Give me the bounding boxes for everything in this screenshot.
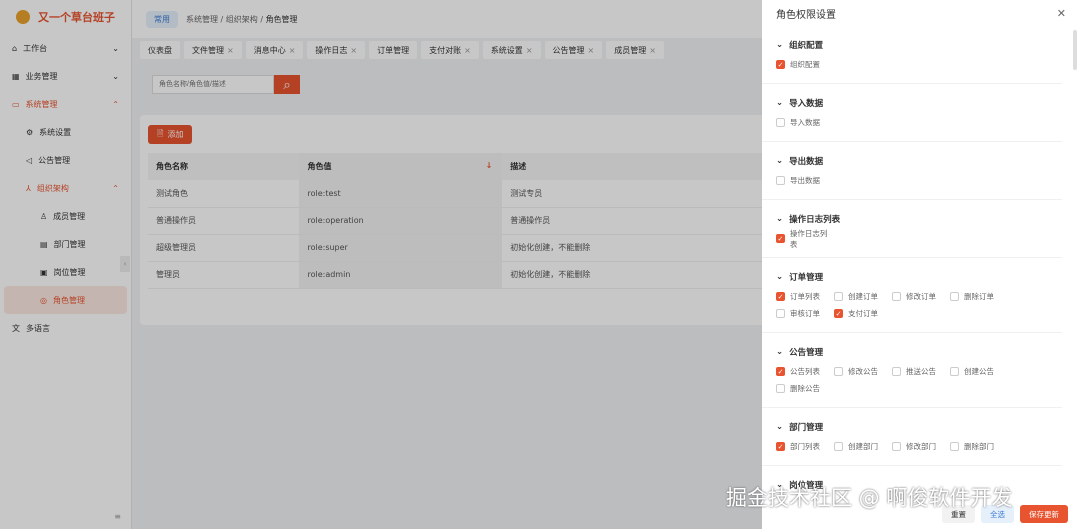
chevron-down-icon[interactable]: ⌄ [776, 214, 783, 224]
chevron-down-icon[interactable]: ⌄ [776, 98, 783, 108]
checkbox-icon [834, 442, 843, 451]
checkbox-icon: ✓ [776, 60, 785, 69]
checkbox-label: 组织配置 [790, 60, 820, 69]
save-button[interactable]: 保存更新 [1020, 505, 1068, 523]
permission-section: ⌄ 导入数据 导入数据 [762, 92, 1062, 142]
checkbox-icon: ✓ [776, 292, 785, 301]
section-title: 导出数据 [789, 157, 824, 167]
checkbox-label: 创建公告 [964, 367, 994, 376]
permission-section: ⌄ 组织配置 ✓ 组织配置 [762, 34, 1062, 84]
checkbox-icon [950, 442, 959, 451]
close-icon[interactable]: ✕ [1057, 7, 1066, 20]
checkbox-icon [950, 292, 959, 301]
checkbox-label: 支付订单 [848, 309, 878, 318]
checkbox-icon [892, 442, 901, 451]
permission-checkbox[interactable]: ✓ 部门列表 [776, 438, 834, 455]
section-title: 导入数据 [789, 99, 824, 109]
checkbox-label: 删除订单 [964, 292, 994, 301]
checkbox-label: 删除公告 [790, 384, 820, 393]
checkbox-label: 公告列表 [790, 367, 820, 376]
checkbox-icon [776, 176, 785, 185]
chevron-down-icon[interactable]: ⌄ [776, 272, 783, 282]
permission-checkbox[interactable]: 导入数据 [776, 114, 834, 131]
checkbox-icon [776, 309, 785, 318]
section-title: 公告管理 [789, 348, 824, 358]
checkbox-label: 导出数据 [790, 176, 820, 185]
permission-checkbox[interactable]: 删除公告 [776, 380, 834, 397]
permission-section: ⌄ 导出数据 导出数据 [762, 150, 1062, 200]
checkbox-icon [776, 384, 785, 393]
section-title: 订单管理 [789, 273, 824, 283]
checkbox-icon: ✓ [834, 309, 843, 318]
checkbox-icon [834, 367, 843, 376]
checkbox-label: 修改订单 [906, 292, 936, 301]
permission-checkbox[interactable]: 导出数据 [776, 172, 834, 189]
modal-mask[interactable] [0, 0, 762, 529]
chevron-down-icon[interactable]: ⌄ [776, 347, 783, 357]
checkbox-icon [950, 367, 959, 376]
section-title: 组织配置 [789, 41, 824, 51]
permission-section: ⌄ 部门管理 ✓ 部门列表 创建部门 修改部门 删除部门 [762, 416, 1062, 466]
permission-checkbox[interactable]: 修改公告 [834, 363, 892, 380]
permission-checkbox[interactable]: 推送公告 [892, 363, 950, 380]
permission-checkbox[interactable]: ✓ 订单列表 [776, 288, 834, 305]
checkbox-label: 审核订单 [790, 309, 820, 318]
checkbox-icon [892, 367, 901, 376]
checkbox-label: 操作日志列表 [789, 228, 828, 249]
permission-checkbox[interactable]: 创建部门 [834, 438, 892, 455]
watermark: 掘金技术社区 @ 啊俊软件开发 [726, 486, 1013, 510]
checkbox-label: 导入数据 [790, 118, 820, 127]
permission-checkbox[interactable]: 修改部门 [892, 438, 950, 455]
chevron-down-icon[interactable]: ⌄ [776, 422, 783, 432]
permission-section: ⌄ 订单管理 ✓ 订单列表 创建订单 修改订单 删除订单审核订单 ✓ 支付订单 [762, 266, 1062, 333]
permission-checkbox[interactable]: ✓ 公告列表 [776, 363, 834, 380]
chevron-down-icon[interactable]: ⌄ [776, 156, 783, 166]
checkbox-label: 创建订单 [848, 292, 878, 301]
checkbox-icon: ✓ [776, 367, 785, 376]
permission-checkbox[interactable]: 删除订单 [950, 288, 1008, 305]
section-title: 部门管理 [789, 423, 824, 433]
permission-checkbox[interactable]: 创建公告 [950, 363, 1008, 380]
checkbox-label: 订单列表 [790, 292, 820, 301]
checkbox-icon [892, 292, 901, 301]
section-title: 操作日志列表 [789, 215, 841, 225]
chevron-down-icon[interactable]: ⌄ [776, 40, 783, 50]
permission-checkbox[interactable]: 审核订单 [776, 305, 834, 322]
drawer-title: 角色权限设置 [776, 9, 836, 21]
checkbox-label: 修改部门 [906, 442, 936, 451]
permission-section: ⌄ 操作日志列表 ✓ 操作日志列表 [762, 208, 1062, 258]
checkbox-icon: ✓ [776, 234, 785, 243]
checkbox-label: 部门列表 [790, 442, 820, 451]
permission-checkbox[interactable]: ✓ 支付订单 [834, 305, 892, 322]
checkbox-icon [776, 118, 785, 127]
permission-checkbox[interactable]: 删除部门 [950, 438, 1008, 455]
scrollbar[interactable] [1073, 30, 1077, 70]
permission-checkbox[interactable]: 修改订单 [892, 288, 950, 305]
permission-checkbox[interactable]: ✓ 操作日志列表 [776, 228, 834, 249]
checkbox-label: 修改公告 [848, 367, 878, 376]
role-permission-drawer: 角色权限设置 ✕ ⌄ 组织配置 ✓ 组织配置 ⌄ 导入数据 导入数据 ⌄ 导出数据 导出数据 ⌄ 操作日… [762, 0, 1080, 529]
permission-checkbox[interactable]: ✓ 组织配置 [776, 56, 834, 73]
checkbox-label: 创建部门 [848, 442, 878, 451]
permission-section: ⌄ 公告管理 ✓ 公告列表 修改公告 推送公告 创建公告删除公告 [762, 341, 1062, 408]
permission-checkbox[interactable]: 创建订单 [834, 288, 892, 305]
checkbox-icon: ✓ [776, 442, 785, 451]
checkbox-label: 删除部门 [964, 442, 994, 451]
checkbox-icon [834, 292, 843, 301]
checkbox-label: 推送公告 [906, 367, 936, 376]
